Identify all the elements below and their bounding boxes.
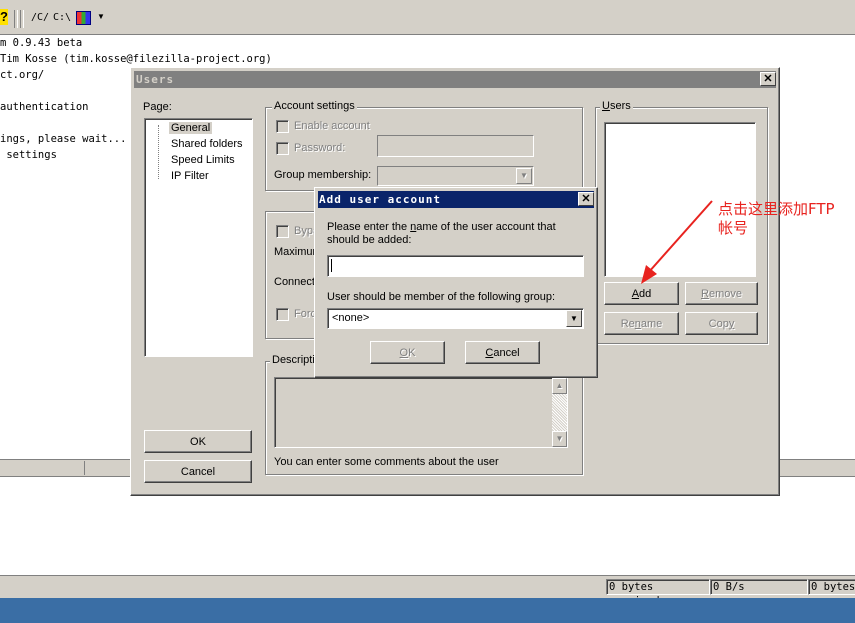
toolbar: ? /C/ C:\ ▼ [0,0,855,35]
chevron-down-icon[interactable]: ▼ [566,310,582,327]
add-user-dialog-titlebar[interactable]: Add user account [318,191,594,208]
path-button-drive[interactable]: C:\ [53,12,71,23]
add-user-dialog-title: Add user account [319,193,441,206]
tree-item-general[interactable]: General [169,122,213,134]
bytes-received-field: 0 bytes received [606,579,710,607]
transfer-rate-field: 0 B/s [710,579,808,595]
log-line: ct.org/ [0,69,45,81]
account-settings-group: Account settings Enable account Password… [265,100,583,191]
enable-account-checkbox[interactable] [276,120,289,133]
chevron-down-icon[interactable]: ▼ [516,168,532,184]
page-label: Page: [143,101,172,113]
annotation-arrow [641,200,713,284]
scroll-down-icon[interactable]: ▼ [552,431,567,447]
description-hint: You can enter some comments about the us… [274,456,499,468]
rename-user-button[interactable]: Re n ame [604,312,679,335]
account-settings-label: Account settings [272,100,357,112]
log-line: ings, please wait... [0,133,127,145]
tree-item-ip-filter[interactable]: IP Filter [171,170,209,182]
log-line: Tim Kosse (tim.kosse@filezilla-project.o… [0,53,272,65]
page-tree: General Shared folders Speed Limits IP F… [144,118,253,357]
help-icon[interactable]: ? [0,9,8,25]
enable-account-label: Enable account [294,120,370,132]
users-ok-button[interactable]: OK [144,430,252,453]
group-membership-select[interactable]: ▼ [377,166,534,186]
status-bar: 0 bytes received 0 B/s 0 bytes [0,575,855,607]
taskbar [0,598,855,623]
account-name-prompt: Please enter the name of the user accoun… [327,221,556,246]
account-name-input[interactable] [327,255,584,277]
tree-item-shared-folders[interactable]: Shared folders [171,138,243,150]
users-cancel-button[interactable]: Cancel [144,460,252,483]
scroll-up-icon[interactable]: ▲ [552,378,567,394]
users-dialog-titlebar[interactable]: Users [134,71,776,88]
log-line: authentication [0,101,89,113]
copy-user-button[interactable]: Cop y [685,312,758,335]
description-textarea[interactable]: ▲ ▼ [274,377,568,448]
log-line: settings [0,149,57,161]
users-dialog-title: Users [136,73,175,86]
users-group-label: Users [600,100,633,112]
add-user-dialog: Add user account ✕ Please enter the name… [314,187,598,378]
password-field[interactable] [377,135,534,157]
description-group: Descripti ▲ ▼ You can enter some comment… [265,354,583,475]
tree-item-speed-limits[interactable]: Speed Limits [171,154,235,166]
bytes-field: 0 bytes [808,579,855,595]
password-label: Password: [294,142,346,154]
group-selected-value: <none> [332,312,370,324]
group-prompt: User should be member of the following g… [327,291,556,303]
close-icon[interactable]: ✕ [760,72,776,86]
scrollbar[interactable]: ▲ ▼ [552,378,567,447]
group-select[interactable]: <none> ▼ [327,308,584,329]
log-line: m 0.9.43 beta [0,37,83,49]
annotation-text-line2: 帐号 [718,219,749,237]
description-label: Descripti [270,354,317,366]
bypass-checkbox[interactable] [276,225,289,238]
group-membership-label: Group membership: [274,169,372,181]
add-user-cancel-button[interactable]: Cancel [465,341,540,364]
annotation-text-line1: 点击这里添加FTP [718,200,835,218]
add-user-ok-button[interactable]: OK [370,341,445,364]
password-checkbox[interactable] [276,142,289,155]
path-button-unix[interactable]: /C/ [31,12,49,23]
view-grid-icon[interactable] [76,11,91,25]
text-cursor [331,259,332,272]
connect-label: Connect [274,276,315,288]
close-icon[interactable]: ✕ [578,192,594,206]
force-checkbox[interactable] [276,308,289,321]
chevron-down-icon[interactable]: ▼ [97,12,105,21]
